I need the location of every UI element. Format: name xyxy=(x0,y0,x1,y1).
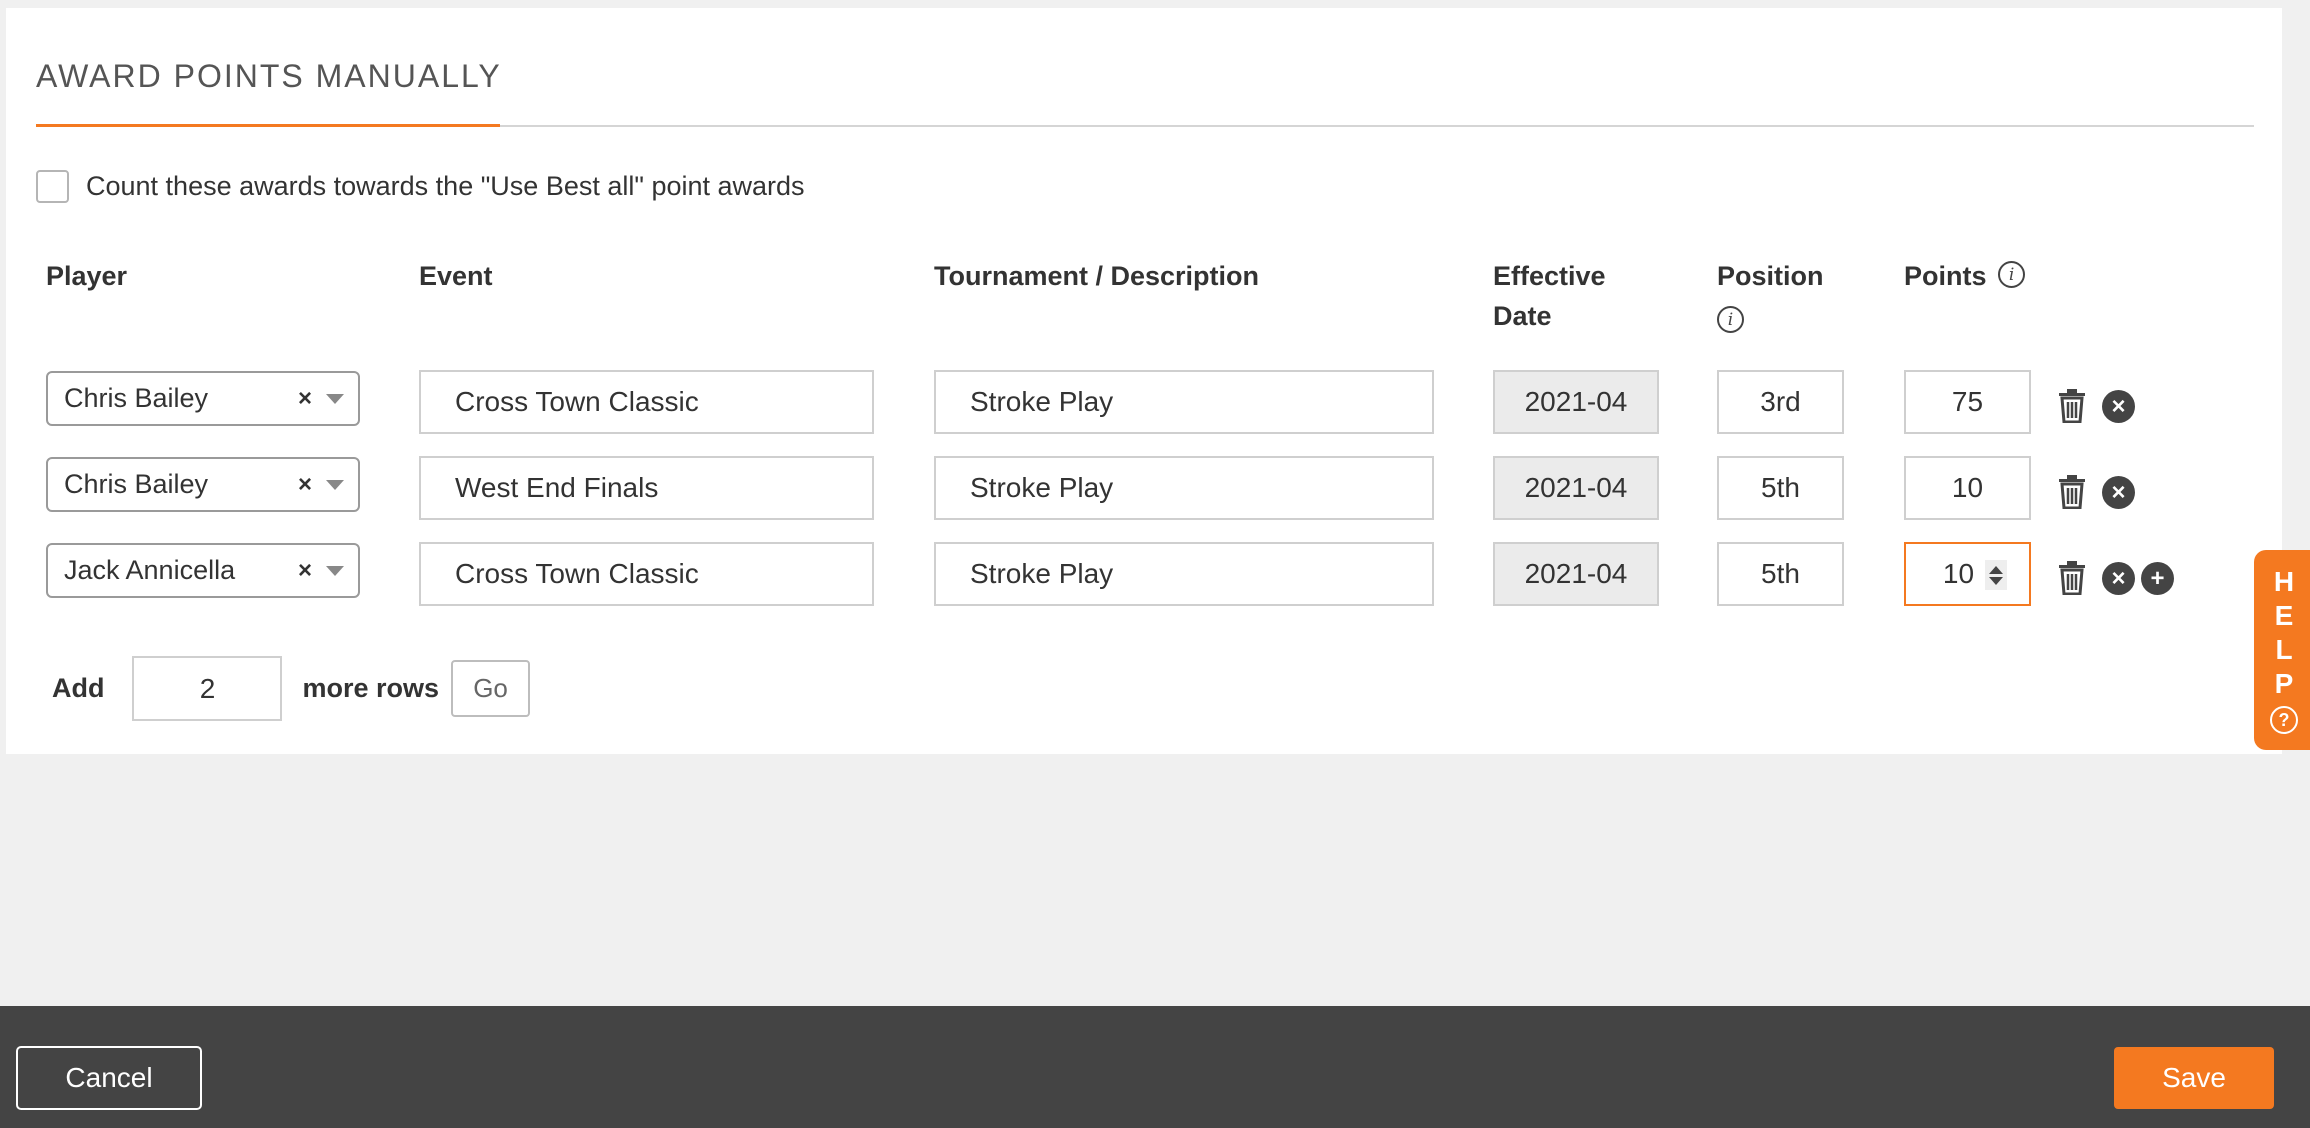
title-divider-accent xyxy=(36,124,500,127)
chevron-down-icon[interactable] xyxy=(326,479,344,490)
tournament-input[interactable]: Stroke Play xyxy=(934,542,1434,606)
effective-date-field: 2021-04 xyxy=(1493,542,1659,606)
column-header-tournament: Tournament / Description xyxy=(934,261,1260,291)
player-select[interactable]: Chris Bailey × xyxy=(46,457,360,512)
position-input[interactable]: 5th xyxy=(1717,456,1844,520)
trash-icon[interactable] xyxy=(2056,388,2088,424)
trash-icon[interactable] xyxy=(2056,560,2088,596)
add-rows-count-input[interactable]: 2 xyxy=(132,656,283,721)
add-row-icon[interactable]: + xyxy=(2141,562,2174,595)
position-input[interactable]: 5th xyxy=(1717,542,1844,606)
clear-icon[interactable]: × xyxy=(298,385,312,413)
chevron-down-icon[interactable] xyxy=(326,565,344,576)
tournament-input[interactable]: Stroke Play xyxy=(934,456,1434,520)
remove-row-icon[interactable]: × xyxy=(2102,476,2135,509)
help-letter-h: H xyxy=(2273,566,2295,597)
save-button[interactable]: Save xyxy=(2114,1047,2274,1109)
position-input[interactable]: 3rd xyxy=(1717,370,1844,434)
count-awards-label: Count these awards towards the "Use Best… xyxy=(86,171,805,201)
effective-date-line-1: Effective xyxy=(1493,261,1606,291)
position-header-label: Position xyxy=(1717,261,1824,291)
tournament-input[interactable]: Stroke Play xyxy=(934,370,1434,434)
player-select-value: Chris Bailey xyxy=(64,469,209,499)
points-header-label: Points xyxy=(1904,261,1987,291)
points-input-value: 10 xyxy=(1942,558,1975,589)
clear-icon[interactable]: × xyxy=(298,557,312,585)
help-letter-e: E xyxy=(2274,600,2294,631)
points-input[interactable]: 10 xyxy=(1904,456,2031,520)
count-awards-option: Count these awards towards the "Use Best… xyxy=(36,170,805,203)
player-select-value: Chris Bailey xyxy=(64,383,209,413)
player-select-value: Jack Annicella xyxy=(64,555,236,585)
event-input[interactable]: Cross Town Classic xyxy=(419,370,874,434)
column-header-player: Player xyxy=(46,261,128,291)
points-info-icon[interactable]: i xyxy=(1998,261,2026,289)
column-header-event: Event xyxy=(419,261,493,291)
add-rows-control: Add 2 more rows Go xyxy=(52,656,531,721)
trash-icon[interactable] xyxy=(2056,474,2088,510)
effective-date-field: 2021-04 xyxy=(1493,370,1659,434)
column-header-points: Points i xyxy=(1904,256,2026,296)
cancel-button[interactable]: Cancel xyxy=(16,1046,202,1110)
effective-date-line-2: Date xyxy=(1493,301,1552,331)
remove-row-icon[interactable]: × xyxy=(2102,390,2135,423)
go-button[interactable]: Go xyxy=(451,660,531,717)
page-title: AWARD POINTS MANUALLY xyxy=(36,58,502,94)
number-spinner[interactable] xyxy=(1985,560,2007,590)
points-input-focused[interactable]: 10 xyxy=(1904,542,2031,606)
spinner-up-icon[interactable] xyxy=(1989,565,2003,574)
event-input[interactable]: West End Finals xyxy=(419,456,874,520)
count-awards-checkbox[interactable] xyxy=(36,170,69,203)
effective-date-field: 2021-04 xyxy=(1493,456,1659,520)
spinner-down-icon[interactable] xyxy=(1989,576,2003,585)
more-rows-label: more rows xyxy=(302,673,440,703)
points-input[interactable]: 75 xyxy=(1904,370,2031,434)
help-letter-l: L xyxy=(2275,634,2293,665)
help-tab[interactable]: H E L P ? xyxy=(2254,550,2310,750)
position-info-icon[interactable]: i xyxy=(1717,306,1744,334)
question-icon: ? xyxy=(2270,706,2298,734)
player-select[interactable]: Jack Annicella × xyxy=(46,543,360,598)
player-select[interactable]: Chris Bailey × xyxy=(46,371,360,426)
column-header-position: Position i xyxy=(1717,256,1824,338)
award-points-panel: AWARD POINTS MANUALLY Count these awards… xyxy=(6,8,2282,754)
column-header-effective-date: Effective Date xyxy=(1493,256,1606,336)
help-letter-p: P xyxy=(2274,668,2294,699)
clear-icon[interactable]: × xyxy=(298,471,312,499)
footer-bar: Cancel Save xyxy=(0,1006,2310,1128)
event-input[interactable]: Cross Town Classic xyxy=(419,542,874,606)
add-label: Add xyxy=(52,673,105,703)
chevron-down-icon[interactable] xyxy=(326,393,344,404)
remove-row-icon[interactable]: × xyxy=(2102,562,2135,595)
